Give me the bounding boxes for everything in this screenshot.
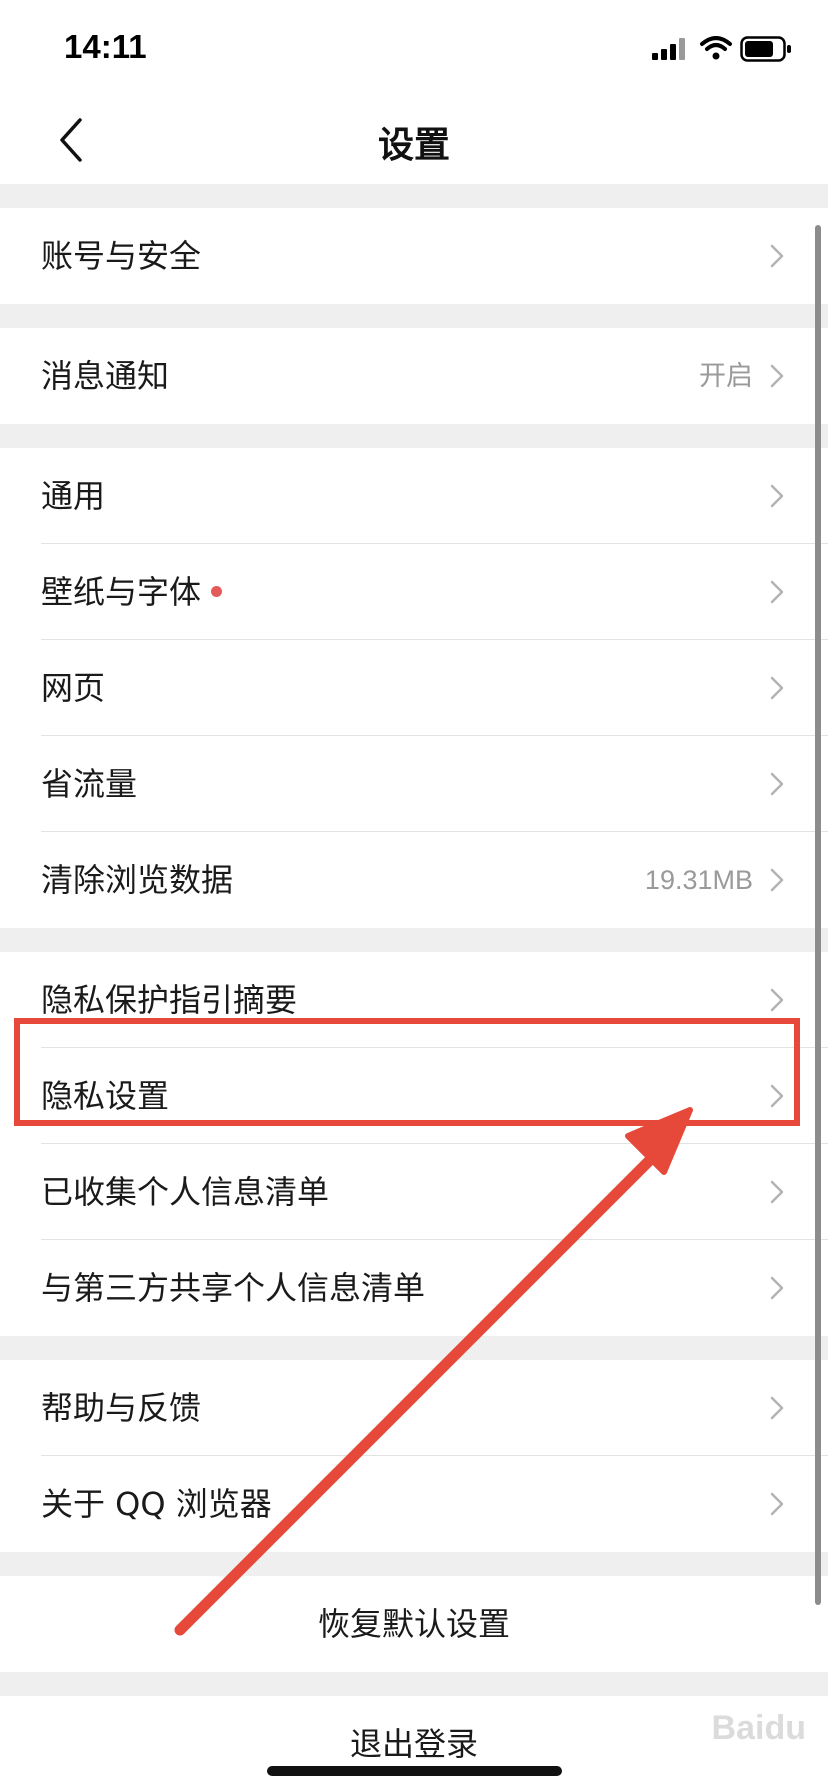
settings-row-privacy-settings[interactable]: 隐私设置 xyxy=(0,1048,828,1144)
chevron-right-icon xyxy=(770,676,784,700)
restore-defaults-button[interactable]: 恢复默认设置 xyxy=(0,1576,828,1672)
row-label: 已收集个人信息清单 xyxy=(41,1173,330,1211)
status-bar: 14:11 xyxy=(0,0,828,96)
settings-group-notifications: 消息通知 开启 xyxy=(0,328,828,424)
row-label: 隐私保护指引摘要 xyxy=(41,981,298,1019)
row-label: 隐私设置 xyxy=(41,1077,170,1115)
chevron-right-icon xyxy=(770,868,784,892)
row-value: 19.31MB xyxy=(644,865,753,895)
home-indicator xyxy=(267,1766,562,1776)
row-label: 账号与安全 xyxy=(41,237,202,275)
row-label: 清除浏览数据 xyxy=(41,861,234,899)
wifi-icon xyxy=(700,36,732,60)
row-label: 帮助与反馈 xyxy=(41,1389,202,1427)
new-badge-dot xyxy=(211,585,223,597)
settings-group-general: 通用 壁纸与字体 网页 省流量 清除浏览数据 19.31MB xyxy=(0,448,828,928)
settings-group-privacy: 隐私保护指引摘要 隐私设置 已收集个人信息清单 与第三方共享个人信息清单 xyxy=(0,952,828,1336)
row-label: 关于 QQ 浏览器 xyxy=(41,1485,272,1523)
settings-group-help: 帮助与反馈 关于 QQ 浏览器 xyxy=(0,1360,828,1552)
settings-row-notifications[interactable]: 消息通知 开启 xyxy=(0,328,828,424)
row-label: 省流量 xyxy=(41,765,138,803)
row-label: 壁纸与字体 xyxy=(41,573,202,611)
signal-icon xyxy=(652,38,685,60)
row-value: 开启 xyxy=(699,361,753,391)
logout-button[interactable]: 退出登录 xyxy=(0,1696,828,1792)
chevron-right-icon xyxy=(770,1180,784,1204)
settings-row-clear-browsing-data[interactable]: 清除浏览数据 19.31MB xyxy=(0,832,828,928)
row-label: 网页 xyxy=(41,669,106,707)
page-title: 设置 xyxy=(377,125,450,166)
chevron-right-icon xyxy=(770,244,784,268)
settings-row-help-feedback[interactable]: 帮助与反馈 xyxy=(0,1360,828,1456)
scrollbar[interactable] xyxy=(815,225,821,1605)
watermark-logo: Baidu xyxy=(711,1709,806,1747)
settings-row-about[interactable]: 关于 QQ 浏览器 xyxy=(0,1456,828,1552)
battery-icon xyxy=(740,36,791,62)
row-label-with-badge: 壁纸与字体 xyxy=(41,544,223,640)
nav-bar: 设置 xyxy=(0,96,828,184)
chevron-right-icon xyxy=(770,1276,784,1300)
chevron-right-icon xyxy=(770,1396,784,1420)
chevron-right-icon xyxy=(770,580,784,604)
settings-row-collected-info-list[interactable]: 已收集个人信息清单 xyxy=(0,1144,828,1240)
row-label: 与第三方共享个人信息清单 xyxy=(41,1269,426,1307)
settings-group-account: 账号与安全 xyxy=(0,208,828,304)
chevron-right-icon xyxy=(770,988,784,1012)
chevron-right-icon xyxy=(770,772,784,796)
settings-row-webpage[interactable]: 网页 xyxy=(0,640,828,736)
settings-row-account-security[interactable]: 账号与安全 xyxy=(0,208,828,304)
chevron-right-icon xyxy=(770,364,784,388)
settings-row-general[interactable]: 通用 xyxy=(0,448,828,544)
row-label: 消息通知 xyxy=(41,357,170,395)
settings-row-data-saver[interactable]: 省流量 xyxy=(0,736,828,832)
status-time: 14:11 xyxy=(64,28,147,65)
chevron-right-icon xyxy=(770,1084,784,1108)
settings-row-privacy-guide[interactable]: 隐私保护指引摘要 xyxy=(0,952,828,1048)
row-label: 通用 xyxy=(41,477,106,515)
settings-row-wallpaper-font[interactable]: 壁纸与字体 xyxy=(0,544,828,640)
chevron-right-icon xyxy=(770,484,784,508)
settings-row-third-party-sharing-list[interactable]: 与第三方共享个人信息清单 xyxy=(0,1240,828,1336)
chevron-right-icon xyxy=(770,1492,784,1516)
